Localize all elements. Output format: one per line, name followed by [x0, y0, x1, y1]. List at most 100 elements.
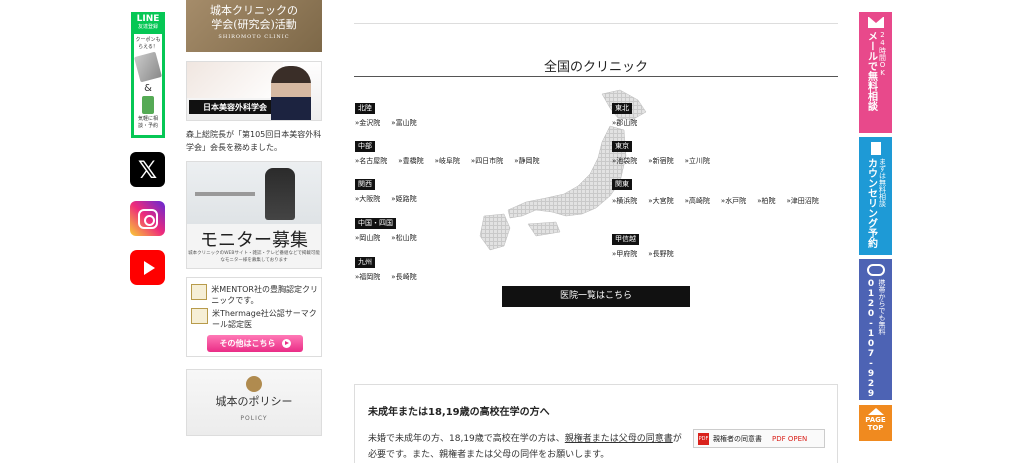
clinic-link[interactable]: 池袋院: [612, 157, 637, 165]
pdf-icon: PDF: [698, 432, 709, 445]
clinic-heading: 全国のクリニック: [543, 60, 648, 75]
line-coupon-text: クーポンもらえる！: [135, 37, 161, 50]
clinic-link[interactable]: 富山院: [391, 119, 416, 127]
map-shikoku: [527, 221, 561, 237]
region-hokuriku: 北陸 金沢院 富山院: [355, 95, 428, 129]
youtube-link[interactable]: [130, 250, 165, 285]
counsel-main: カウンセリング予約: [865, 158, 877, 248]
clinic-link[interactable]: 大宮院: [648, 197, 673, 205]
region-tag: 中国・四国: [355, 218, 396, 229]
clinic-link[interactable]: 豊橋院: [398, 157, 423, 165]
consent-form-link[interactable]: 親権者または父母の同意書: [565, 434, 673, 444]
coupon-icon: [134, 51, 162, 83]
page-top-label-1: PAGE: [865, 416, 886, 424]
mail-sub: 24時間OK: [878, 31, 887, 77]
clinic-link[interactable]: 岡山院: [355, 234, 380, 242]
director-photo: [271, 66, 311, 120]
clinic-link[interactable]: 金沢院: [355, 119, 380, 127]
clinic-link[interactable]: 柏院: [757, 197, 775, 205]
clinic-link[interactable]: 立川院: [685, 157, 710, 165]
clinic-link[interactable]: 静岡院: [514, 157, 539, 165]
counsel-sub: まずは無料相談: [878, 158, 887, 207]
clinic-link[interactable]: 長野院: [648, 250, 673, 258]
line-amp: &: [144, 83, 152, 94]
region-chubu: 中部 名古屋院 豊橋院 岐阜院 四日市院 静岡院: [355, 133, 550, 167]
clinic-link[interactable]: 新宿院: [648, 157, 673, 165]
clinic-link[interactable]: 津田沼院: [786, 197, 818, 205]
region-kyushu: 九州 福岡院 長崎院: [355, 249, 428, 283]
region-kansai: 関西 大阪院 姫路院: [355, 171, 428, 205]
region-tag: 中部: [355, 141, 375, 152]
instagram-icon: [137, 208, 158, 229]
clinic-link[interactable]: 松山院: [391, 234, 416, 242]
policy-banner[interactable]: 城本のポリシー POLICY: [186, 369, 322, 436]
minor-text-before: 未婚で未成年の方、18,19歳で高校在学の方は、: [368, 434, 565, 444]
pdf-open-label: PDF OPEN: [772, 434, 808, 443]
society-activity-banner[interactable]: 城本クリニックの 学会(研究会)活動 SHIROMOTO CLINIC: [186, 0, 322, 52]
region-tag: 関西: [355, 179, 375, 190]
congress-backdrop: [187, 62, 283, 98]
congress-sign: 日本美容外科学会: [189, 100, 281, 114]
consent-pdf-button[interactable]: PDF 親権者の同意書 PDF OPEN: [693, 429, 825, 448]
clinic-link[interactable]: 岐阜院: [435, 157, 460, 165]
region-chugoku-shikoku: 中国・四国 岡山院 松山院: [355, 210, 428, 244]
arrow-up-icon: [867, 408, 884, 415]
society-line2: 学会(研究会)活動: [211, 18, 297, 31]
clinic-link[interactable]: 姫路院: [391, 195, 416, 203]
monitor-recruit-banner[interactable]: モニター募集 城本クリニックのWEBサイト・雑誌・テレビ番組などで掲載可能なモニ…: [186, 161, 322, 269]
document-icon: [870, 142, 881, 155]
line-subtitle: 友達登録: [137, 24, 158, 30]
clinic-link[interactable]: 大阪院: [355, 195, 380, 203]
clinic-link[interactable]: 四日市院: [471, 157, 503, 165]
clinic-link[interactable]: 長崎院: [391, 273, 416, 281]
cert-item-thermage: 米Thermage社公認サーマクール認定医: [191, 308, 321, 330]
certificate-icon: [191, 284, 208, 300]
instagram-link[interactable]: [130, 201, 165, 236]
monitor-photo: [187, 162, 321, 224]
minor-notice-box: 未成年または18,19歳の高校在学の方へ 未婚で未成年の方、18,19歳で高校在…: [354, 384, 838, 463]
phone-call-button[interactable]: 携帯からでも無料 0120-107-929: [859, 259, 892, 400]
page-top-button[interactable]: PAGE TOP: [859, 405, 892, 441]
clinic-link[interactable]: 横浜院: [612, 197, 637, 205]
region-tag: 関東: [612, 179, 632, 190]
line-title: LINE: [136, 14, 160, 24]
clinic-link[interactable]: 福岡院: [355, 273, 380, 281]
society-line1: 城本クリニックの: [210, 4, 298, 17]
monitor-title: モニター募集: [200, 230, 308, 251]
map-kyushu: [479, 213, 511, 251]
cert-item-mentor: 米MENTOR社の豊胸認定クリニックです。: [191, 284, 321, 306]
region-tag: 九州: [355, 257, 375, 268]
line-friend-banner[interactable]: LINE 友達登録 クーポンもらえる！ & 気軽に相談・予約: [131, 12, 165, 138]
clinic-link[interactable]: 高崎院: [685, 197, 710, 205]
mail-icon: [867, 17, 884, 28]
clinic-link[interactable]: 郡山院: [612, 119, 637, 127]
region-tohoku: 東北 郡山院: [612, 95, 648, 129]
clinic-list-button[interactable]: 医院一覧はこちら: [502, 286, 690, 307]
free-dial-icon: [866, 264, 885, 276]
region-tag: 甲信越: [612, 234, 639, 245]
clinic-link[interactable]: 名古屋院: [355, 157, 387, 165]
tel-number: 0120-107-929: [866, 279, 876, 399]
youtube-icon: [130, 250, 165, 285]
region-tag: 東京: [612, 141, 632, 152]
minor-title: 未成年または18,19歳の高校在学の方へ: [368, 407, 550, 418]
certification-box: 米MENTOR社の豊胸認定クリニックです。 米Thermage社公認サーマクール…: [186, 277, 322, 357]
clinic-logo-icon: [246, 376, 262, 392]
region-kanto: 関東 横浜院 大宮院 高崎院 水戸院 柏院 津田沼院: [612, 171, 838, 208]
counseling-reserve-button[interactable]: まずは無料相談 カウンセリング予約: [859, 137, 892, 255]
x-link[interactable]: 𝕏: [130, 152, 165, 187]
x-icon: 𝕏: [137, 155, 158, 184]
region-tag: 北陸: [355, 103, 375, 114]
mail-consult-button[interactable]: 24時間OK メールで無料相談: [859, 12, 892, 133]
certificate-icon: [191, 308, 209, 324]
clinic-link[interactable]: 甲府院: [612, 250, 637, 258]
cert-text: 米MENTOR社の豊胸認定クリニックです。: [211, 285, 318, 305]
minor-text: 未婚で未成年の方、18,19歳で高校在学の方は、親権者または父母の同意書が必要で…: [368, 431, 688, 463]
clinic-link[interactable]: 水戸院: [721, 197, 746, 205]
divider: [354, 76, 838, 77]
tel-sub: 携帯からでも無料: [878, 279, 886, 335]
congress-photo-banner[interactable]: 日本美容外科学会: [186, 61, 322, 121]
more-certs-button[interactable]: その他はこちら: [207, 335, 303, 352]
society-line3: SHIROMOTO CLINIC: [218, 34, 290, 40]
region-tag: 東北: [612, 103, 632, 114]
